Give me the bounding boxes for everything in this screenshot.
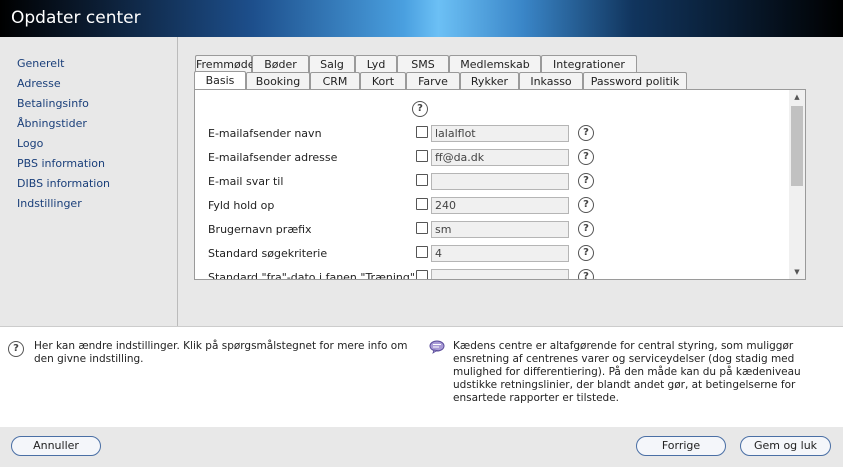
help-icon[interactable]: ? — [578, 197, 594, 213]
row-label: Brugernavn præfix — [208, 223, 312, 236]
help-icon[interactable]: ? — [578, 269, 594, 279]
tab-lyd[interactable]: Lyd — [355, 55, 397, 73]
row-label: Fyld hold op — [208, 199, 275, 212]
footer: Annuller Forrige Gem og luk — [0, 427, 843, 467]
sidebar-item-dibs-information[interactable]: DIBS information — [17, 177, 110, 190]
tab-inkasso[interactable]: Inkasso — [519, 72, 583, 90]
tab-basis[interactable]: Basis — [194, 71, 246, 90]
help-icon[interactable]: ? — [578, 173, 594, 189]
row-input[interactable]: sm — [431, 221, 569, 238]
description-text: Kædens centre er altafgørende for centra… — [453, 340, 801, 404]
row-checkbox[interactable] — [416, 174, 428, 186]
previous-button[interactable]: Forrige — [636, 436, 726, 456]
tab-kort[interactable]: Kort — [360, 72, 406, 90]
sidebar-item-betalingsinfo[interactable]: Betalingsinfo — [17, 97, 89, 110]
row-checkbox[interactable] — [416, 150, 428, 162]
help-icon[interactable]: ? — [578, 125, 594, 141]
sidebar: Generelt Adresse Betalingsinfo Åbningsti… — [0, 37, 177, 326]
tab-farve[interactable]: Farve — [406, 72, 460, 90]
row-input[interactable] — [431, 269, 569, 279]
row-checkbox[interactable] — [416, 270, 428, 279]
help-icon[interactable]: ? — [578, 221, 594, 237]
row-checkbox[interactable] — [416, 126, 428, 138]
save-and-close-button[interactable]: Gem og luk — [740, 436, 831, 456]
help-icon: ? — [8, 341, 24, 357]
settings-panel: ? E-mailafsender navn lalalflot ? E-mail… — [194, 89, 806, 280]
row-checkbox[interactable] — [416, 246, 428, 258]
scrollbar-thumb[interactable] — [791, 106, 803, 186]
row-label: E-mail svar til — [208, 175, 284, 188]
scroll-up-arrow-icon[interactable]: ▲ — [789, 90, 805, 104]
help-hint-text: Her kan ændre indstillinger. Klik på spø… — [34, 340, 408, 365]
sidebar-item-logo[interactable]: Logo — [17, 137, 43, 150]
sidebar-item-pbs-information[interactable]: PBS information — [17, 157, 105, 170]
title-bar: Opdater center — [0, 0, 843, 37]
tab-boder[interactable]: Bøder — [252, 55, 309, 73]
tab-booking[interactable]: Booking — [246, 72, 310, 90]
sidebar-item-generelt[interactable]: Generelt — [17, 57, 64, 70]
row-checkbox[interactable] — [416, 222, 428, 234]
tab-salg[interactable]: Salg — [309, 55, 355, 73]
row-input[interactable]: lalalflot — [431, 125, 569, 142]
help-icon[interactable]: ? — [578, 245, 594, 261]
tab-medlemskab[interactable]: Medlemskab — [449, 55, 541, 73]
tab-sms[interactable]: SMS — [397, 55, 449, 73]
tab-crm[interactable]: CRM — [310, 72, 360, 90]
row-label: E-mailafsender navn — [208, 127, 322, 140]
sidebar-item-abningstider[interactable]: Åbningstider — [17, 117, 87, 130]
info-area: ? Her kan ændre indstillinger. Klik på s… — [0, 326, 843, 427]
window-title: Opdater center — [11, 8, 141, 28]
row-input[interactable]: ff@da.dk — [431, 149, 569, 166]
tab-rykker[interactable]: Rykker — [460, 72, 519, 90]
tab-password-politik[interactable]: Password politik — [583, 72, 687, 90]
cancel-button[interactable]: Annuller — [11, 436, 101, 456]
help-icon[interactable]: ? — [578, 149, 594, 165]
vertical-scrollbar[interactable]: ▲ ▼ — [789, 90, 805, 279]
scroll-down-arrow-icon[interactable]: ▼ — [789, 265, 805, 279]
help-icon[interactable]: ? — [412, 101, 428, 117]
row-label: Standard søgekriterie — [208, 247, 328, 260]
row-label: E-mailafsender adresse — [208, 151, 338, 164]
row-input[interactable] — [431, 173, 569, 190]
sidebar-item-adresse[interactable]: Adresse — [17, 77, 61, 90]
row-label: Standard "fra"-dato i fanen "Træning" — [208, 271, 415, 279]
speech-bubble-icon — [429, 340, 445, 354]
row-checkbox[interactable] — [416, 198, 428, 210]
sidebar-item-indstillinger[interactable]: Indstillinger — [17, 197, 82, 210]
tab-integrationer[interactable]: Integrationer — [541, 55, 637, 73]
clipped-row: Standard "fra"-dato i fanen "Træning" ? — [195, 260, 789, 279]
settings-area: Fremmøde Bøder Salg Lyd SMS Medlemskab I… — [177, 37, 843, 326]
row-input[interactable]: 240 — [431, 197, 569, 214]
